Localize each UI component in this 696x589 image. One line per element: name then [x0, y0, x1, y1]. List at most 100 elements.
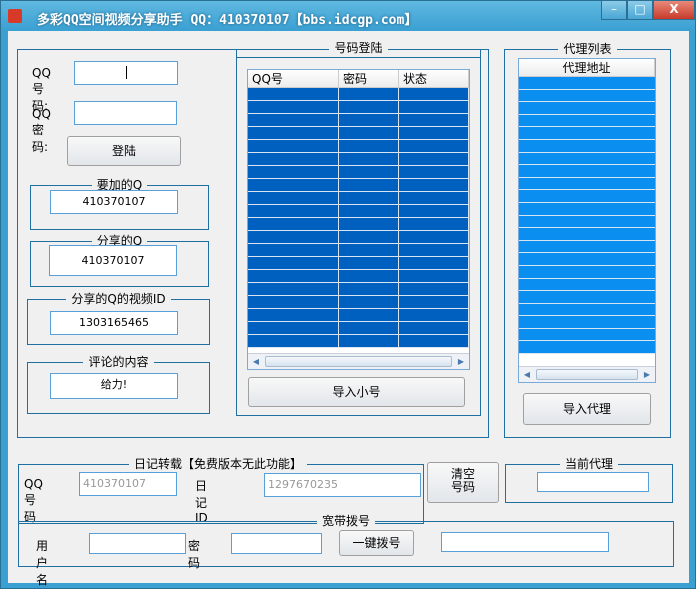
- scroll-thumb[interactable]: [536, 369, 638, 380]
- comment-input[interactable]: 给力!: [50, 373, 178, 399]
- text-cursor: [126, 66, 127, 79]
- diary-qq-input[interactable]: 410370107: [79, 472, 177, 496]
- dialup-password-input[interactable]: [231, 533, 322, 554]
- proxy-row[interactable]: [519, 139, 655, 153]
- close-button[interactable]: X: [653, 1, 695, 20]
- table-row[interactable]: [248, 127, 469, 140]
- login-button[interactable]: 登陆: [67, 136, 181, 166]
- proxy-row[interactable]: [519, 114, 655, 128]
- proxy-row[interactable]: [519, 341, 655, 355]
- proxy-row[interactable]: [519, 316, 655, 329]
- col-password[interactable]: 密码: [339, 70, 399, 87]
- table-cell: [339, 179, 399, 191]
- table-row[interactable]: [248, 283, 469, 296]
- proxy-row[interactable]: [519, 253, 655, 266]
- table-cell: [248, 270, 339, 282]
- table-row[interactable]: [248, 205, 469, 218]
- proxy-row[interactable]: [519, 228, 655, 241]
- table-row[interactable]: [248, 218, 469, 231]
- video-id-input[interactable]: 1303165465: [50, 311, 178, 335]
- proxy-row[interactable]: [519, 165, 655, 178]
- table-cell: [248, 179, 339, 191]
- table-cell: [248, 192, 339, 204]
- table-cell: [399, 205, 469, 217]
- table-row[interactable]: [248, 192, 469, 205]
- table-cell: [339, 140, 399, 152]
- diary-id-input[interactable]: 1297670235: [264, 473, 421, 497]
- proxy-row[interactable]: [519, 152, 655, 166]
- col-status[interactable]: 状态: [399, 70, 469, 87]
- qq-password-input[interactable]: [74, 101, 177, 125]
- table-cell: [248, 88, 339, 100]
- proxy-row[interactable]: [519, 303, 655, 317]
- table-row[interactable]: [248, 296, 469, 309]
- col-proxy-address[interactable]: 代理地址: [519, 59, 655, 76]
- import-accounts-button[interactable]: 导入小号: [248, 377, 465, 407]
- scroll-right-icon[interactable]: ▶: [453, 354, 469, 369]
- title-bar[interactable]: 多彩QQ空间视频分享助手 QQ：410370107【bbs.idcgp.com】…: [1, 1, 695, 31]
- horizontal-scrollbar[interactable]: ◀ ▶: [248, 353, 469, 369]
- share-q-input[interactable]: 410370107: [49, 245, 177, 276]
- table-row[interactable]: [248, 114, 469, 127]
- dialup-status-input[interactable]: [441, 532, 609, 552]
- proxy-row[interactable]: [519, 102, 655, 115]
- table-cell: [399, 192, 469, 204]
- current-proxy-input[interactable]: [537, 472, 649, 492]
- scroll-left-icon[interactable]: ◀: [248, 354, 264, 369]
- table-row[interactable]: [248, 88, 469, 101]
- table-cell: [339, 153, 399, 165]
- table-cell: [399, 153, 469, 165]
- table-row[interactable]: [248, 231, 469, 244]
- minimize-button[interactable]: –: [601, 1, 627, 20]
- table-row[interactable]: [248, 140, 469, 153]
- proxy-row[interactable]: [519, 265, 655, 279]
- table-cell: [399, 218, 469, 230]
- accounts-table[interactable]: QQ号 密码 状态 ◀ ▶: [247, 69, 470, 370]
- table-row[interactable]: [248, 335, 469, 348]
- table-row[interactable]: [248, 153, 469, 166]
- dial-button[interactable]: 一键拨号: [339, 530, 414, 556]
- table-cell: [399, 335, 469, 347]
- username-input[interactable]: [89, 533, 186, 554]
- col-qq[interactable]: QQ号: [248, 70, 339, 87]
- proxy-row[interactable]: [519, 190, 655, 203]
- scroll-left-icon[interactable]: ◀: [519, 367, 535, 382]
- table-cell: [399, 166, 469, 178]
- table-cell: [248, 205, 339, 217]
- maximize-button[interactable]: □: [627, 1, 653, 20]
- import-proxy-button[interactable]: 导入代理: [523, 393, 651, 425]
- add-q-input[interactable]: 410370107: [50, 190, 178, 214]
- scroll-right-icon[interactable]: ▶: [639, 367, 655, 382]
- scroll-thumb[interactable]: [265, 356, 452, 367]
- table-row[interactable]: [248, 257, 469, 270]
- table-row[interactable]: [248, 244, 469, 257]
- table-row[interactable]: [248, 166, 469, 179]
- proxy-row[interactable]: [519, 291, 655, 304]
- table-cell: [248, 153, 339, 165]
- proxy-header: 代理地址: [519, 59, 655, 77]
- table-cell: [399, 270, 469, 282]
- table-row[interactable]: [248, 322, 469, 335]
- clear-numbers-button[interactable]: 清空 号码: [427, 462, 499, 503]
- proxy-row[interactable]: [519, 89, 655, 103]
- proxy-row[interactable]: [519, 202, 655, 216]
- proxy-row[interactable]: [519, 240, 655, 254]
- table-cell: [339, 231, 399, 243]
- proxy-row[interactable]: [519, 127, 655, 140]
- proxy-list[interactable]: 代理地址 ◀ ▶: [518, 58, 656, 383]
- proxy-row[interactable]: [519, 278, 655, 292]
- proxy-row[interactable]: [519, 328, 655, 342]
- proxy-row[interactable]: [519, 177, 655, 191]
- table-cell: [248, 166, 339, 178]
- proxy-row[interactable]: [519, 77, 655, 90]
- proxy-horizontal-scrollbar[interactable]: ◀ ▶: [519, 366, 655, 382]
- table-row[interactable]: [248, 270, 469, 283]
- proxy-row[interactable]: [519, 215, 655, 229]
- username-label: 用户名: [36, 539, 49, 587]
- table-row[interactable]: [248, 101, 469, 114]
- table-cell: [248, 257, 339, 269]
- table-row[interactable]: [248, 179, 469, 192]
- table-cell: [399, 231, 469, 243]
- table-row[interactable]: [248, 309, 469, 322]
- table-cell: [339, 283, 399, 295]
